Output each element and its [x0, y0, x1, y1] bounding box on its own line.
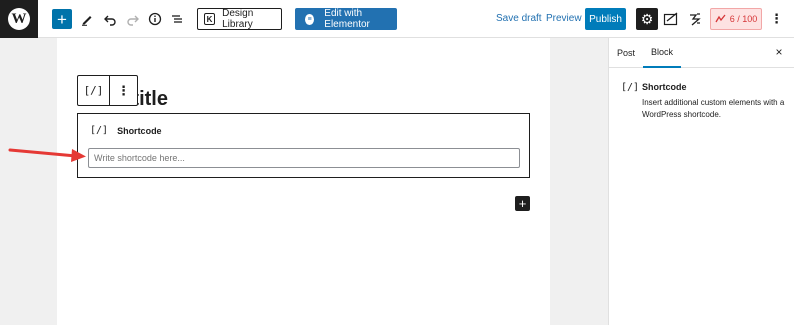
shortcode-icon: [/] [90, 125, 109, 136]
save-draft-button[interactable]: Save draft [496, 13, 542, 24]
wordpress-logo-button[interactable]: W [0, 0, 38, 38]
list-view-icon[interactable] [170, 8, 184, 30]
elementor-icon: ≡ [305, 13, 315, 25]
shortcode-icon: [/] [621, 82, 640, 93]
redo-icon[interactable] [126, 8, 140, 30]
tab-block[interactable]: Block [643, 38, 681, 68]
block-card-title: Shortcode [642, 82, 687, 92]
seo-score-value: 6 / 100 [729, 14, 758, 24]
undo-icon[interactable] [103, 8, 117, 30]
custom-fields-icon[interactable] [663, 8, 679, 30]
block-inserter-button[interactable]: + [515, 196, 530, 211]
design-library-icon: K [204, 13, 216, 25]
shortcode-block-label: Shortcode [117, 125, 162, 136]
design-library-label: Design Library [222, 8, 254, 30]
add-block-button[interactable]: + [52, 9, 72, 29]
settings-gear-button[interactable]: ⚙ [636, 8, 658, 30]
seo-plugin-icon[interactable] [688, 8, 702, 30]
preview-button[interactable]: Preview [546, 13, 582, 24]
publish-button[interactable]: Publish [585, 8, 626, 30]
edit-with-elementor-label: Edit with Elementor [324, 8, 370, 30]
tab-post[interactable]: Post [609, 38, 643, 68]
seo-score-icon [715, 14, 726, 25]
block-toolbar: [/] ⋮ [77, 75, 138, 106]
shortcode-input[interactable] [88, 148, 520, 168]
more-menu-icon[interactable]: ⋮ [770, 8, 783, 30]
shortcode-block-header: [/] Shortcode [90, 125, 162, 136]
info-icon[interactable] [148, 8, 162, 30]
gear-icon: ⚙ [640, 10, 654, 27]
pencil-icon[interactable] [80, 8, 94, 30]
wordpress-icon: W [8, 8, 30, 30]
edit-with-elementor-button[interactable]: ≡ Edit with Elementor [295, 8, 397, 30]
block-type-switcher[interactable]: [/] [78, 76, 110, 105]
annotation-arrow [8, 148, 86, 162]
seo-score-badge[interactable]: 6 / 100 [710, 8, 762, 30]
block-more-options-button[interactable]: ⋮ [110, 76, 137, 105]
design-library-button[interactable]: K Design Library [197, 8, 282, 30]
close-icon[interactable]: × [772, 45, 786, 59]
block-card-description: Insert additional custom elements with a… [642, 98, 785, 119]
shortcode-block[interactable]: [/] Shortcode [77, 113, 530, 178]
sidebar-tabs: Post Block × [609, 38, 794, 68]
top-toolbar: W + K Design Library ≡ Edit with Element… [0, 0, 794, 38]
settings-sidebar: Post Block × [/] Shortcode Insert additi… [608, 38, 794, 325]
